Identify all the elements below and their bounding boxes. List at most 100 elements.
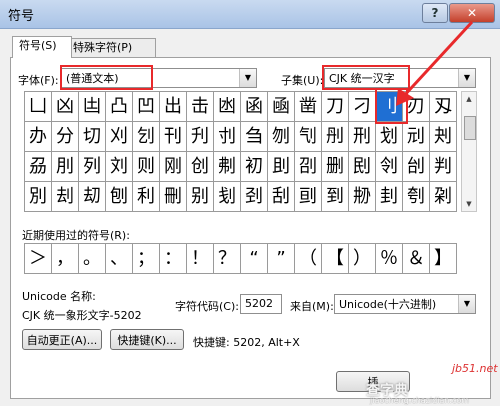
character-cell[interactable]: 刉 — [133, 122, 160, 152]
recent-symbol-cell[interactable]: 、 — [106, 244, 133, 274]
character-cell[interactable]: 刧 — [79, 182, 106, 212]
character-cell[interactable]: 刬 — [214, 182, 241, 212]
character-cell[interactable]: 创 — [187, 152, 214, 182]
recent-symbol-cell[interactable]: 】 — [430, 244, 457, 274]
character-cell[interactable]: 刍 — [241, 122, 268, 152]
character-cell[interactable]: 凿 — [295, 92, 322, 122]
character-cell[interactable]: 刪 — [160, 182, 187, 212]
recent-symbol-cell[interactable]: 。 — [79, 244, 106, 274]
unicode-name-value: CJK 统一象形文字-5202 — [22, 309, 142, 322]
character-cell[interactable]: 刣 — [403, 152, 430, 182]
recent-symbols-grid[interactable]: ＞，。、；：！？ “” （【）％＆】 — [24, 243, 457, 274]
character-cell[interactable]: 刐 — [322, 122, 349, 152]
character-cell[interactable]: 刴 — [430, 182, 457, 212]
character-cell[interactable]: 凶 — [52, 92, 79, 122]
character-cell[interactable]: 刋 — [187, 122, 214, 152]
scroll-up-icon[interactable]: ▲ — [462, 92, 476, 106]
char-code-input[interactable]: 5202 — [240, 294, 282, 314]
character-cell[interactable]: 刁 — [349, 92, 376, 122]
character-cell[interactable]: 刭 — [241, 182, 268, 212]
character-cell[interactable]: 刟 — [295, 152, 322, 182]
character-cell[interactable]: 刮 — [268, 182, 295, 212]
character-cell[interactable]: 刳 — [403, 182, 430, 212]
character-cell[interactable]: 刨 — [106, 182, 133, 212]
character-cell[interactable]: 划 — [376, 122, 403, 152]
tab-special-characters[interactable]: 特殊字符(P) — [66, 38, 156, 57]
character-cell[interactable]: 切 — [79, 122, 106, 152]
character-cell[interactable]: 刎 — [268, 122, 295, 152]
close-button[interactable]: ✕ — [449, 3, 495, 23]
from-select-value: Unicode(十六进制) — [339, 298, 437, 311]
character-cell[interactable]: 刱 — [349, 182, 376, 212]
character-cell[interactable]: 刀 — [322, 92, 349, 122]
character-cell[interactable]: 刄 — [430, 92, 457, 122]
chevron-down-icon[interactable]: ▼ — [239, 69, 256, 87]
recent-symbol-cell[interactable]: ＞ — [25, 244, 52, 274]
recent-symbol-cell[interactable]: ” — [268, 244, 295, 274]
character-cell[interactable]: 刚 — [160, 152, 187, 182]
character-cell[interactable]: 函 — [241, 92, 268, 122]
character-cell[interactable]: 凸 — [106, 92, 133, 122]
character-cell[interactable]: 凹 — [133, 92, 160, 122]
recent-symbol-cell[interactable]: ： — [160, 244, 187, 274]
character-cell[interactable]: 别 — [187, 182, 214, 212]
recent-symbol-cell[interactable]: ＆ — [403, 244, 430, 274]
chevron-down-icon[interactable]: ▼ — [458, 295, 475, 313]
recent-symbol-cell[interactable]: ， — [52, 244, 79, 274]
character-cell[interactable]: 办 — [25, 122, 52, 152]
character-cell[interactable]: 刲 — [376, 182, 403, 212]
character-cell[interactable]: 刔 — [430, 122, 457, 152]
recent-symbol-cell[interactable]: ； — [133, 244, 160, 274]
recent-symbol-cell[interactable]: “ — [241, 244, 268, 274]
shortcut-key-button[interactable]: 快捷键(K)... — [110, 329, 184, 350]
help-button[interactable]: ? — [422, 3, 448, 23]
character-cell[interactable]: 刞 — [268, 152, 295, 182]
character-cell[interactable]: 刏 — [295, 122, 322, 152]
character-cell[interactable]: 刢 — [376, 152, 403, 182]
grid-scrollbar[interactable]: ▲ ▼ — [461, 91, 477, 212]
recent-symbol-cell[interactable]: ％ — [376, 244, 403, 274]
character-cell[interactable]: 別 — [25, 182, 52, 212]
character-cell[interactable]: 刕 — [25, 152, 52, 182]
recent-symbol-cell[interactable]: ？ — [214, 244, 241, 274]
character-cell[interactable]: 初 — [241, 152, 268, 182]
scroll-down-icon[interactable]: ▼ — [462, 197, 476, 211]
character-cell[interactable]: 列 — [79, 152, 106, 182]
character-cell[interactable]: 判 — [430, 152, 457, 182]
character-cell[interactable]: 则 — [133, 152, 160, 182]
scroll-thumb[interactable] — [464, 116, 476, 140]
character-cell[interactable]: 到 — [322, 182, 349, 212]
recent-symbol-cell[interactable]: ） — [349, 244, 376, 274]
character-cell[interactable]: 刖 — [52, 152, 79, 182]
character-cell[interactable]: 刦 — [52, 182, 79, 212]
character-cell[interactable]: 刜 — [214, 152, 241, 182]
character-cell[interactable]: 刊 — [160, 122, 187, 152]
character-cell[interactable]: 删 — [322, 152, 349, 182]
character-cell[interactable]: 刯 — [295, 182, 322, 212]
character-cell[interactable]: 利 — [133, 182, 160, 212]
from-select[interactable]: Unicode(十六进制) ▼ — [334, 294, 476, 314]
recent-symbol-cell[interactable]: 【 — [322, 244, 349, 274]
recent-symbol-cell[interactable]: （ — [295, 244, 322, 274]
character-cell[interactable]: 刡 — [349, 152, 376, 182]
dialog-title: 符号 — [8, 9, 35, 24]
character-cell[interactable]: 凾 — [268, 92, 295, 122]
character-cell[interactable]: 凼 — [214, 92, 241, 122]
character-cell[interactable]: 刌 — [214, 122, 241, 152]
character-cell[interactable]: 刑 — [349, 122, 376, 152]
character-cell[interactable]: 刈 — [106, 122, 133, 152]
character-cell[interactable]: 刘 — [106, 152, 133, 182]
tab-symbols[interactable]: 符号(S) — [12, 36, 72, 58]
character-cell[interactable]: 击 — [187, 92, 214, 122]
character-cell[interactable]: 出 — [160, 92, 187, 122]
character-cell[interactable]: 分 — [52, 122, 79, 152]
autocorrect-button[interactable]: 自动更正(A)... — [22, 329, 102, 350]
recent-symbol-cell[interactable]: ！ — [187, 244, 214, 274]
subset-highlight-box — [322, 65, 410, 90]
character-cell[interactable]: 凷 — [79, 92, 106, 122]
character-cell[interactable]: 刓 — [403, 122, 430, 152]
character-cell[interactable]: 凵 — [25, 92, 52, 122]
subset-label: 子集(U): — [281, 74, 324, 87]
selected-char-highlight-box — [375, 88, 408, 124]
chevron-down-icon[interactable]: ▼ — [458, 69, 475, 87]
